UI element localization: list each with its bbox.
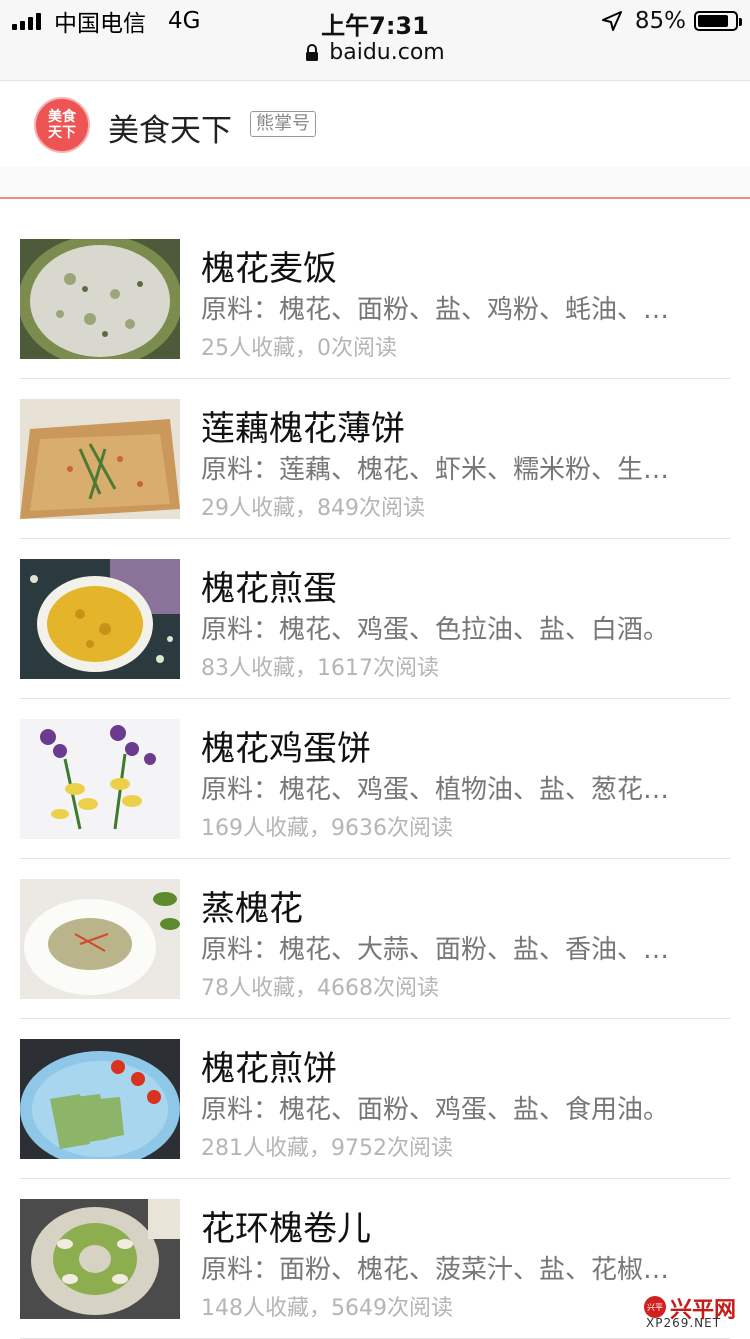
list-item[interactable]: 花环槐卷儿 原料：面粉、槐花、菠菜汁、盐、花椒… 148人收藏，5649次阅读: [20, 1179, 730, 1339]
url-bar[interactable]: baidu.com: [0, 40, 750, 65]
recipe-stats: 148人收藏，5649次阅读: [201, 1296, 453, 1321]
recipe-thumbnail[interactable]: [20, 399, 180, 519]
status-right: 85%: [601, 8, 742, 34]
recipe-stats: 83人收藏，1617次阅读: [201, 656, 439, 681]
logo-text-line1: 美食: [48, 109, 76, 125]
logo-text-line2: 天下: [48, 125, 76, 141]
recipe-stats: 169人收藏，9636次阅读: [201, 816, 453, 841]
list-item[interactable]: 槐花鸡蛋饼 原料：槐花、鸡蛋、植物油、盐、葱花… 169人收藏，9636次阅读: [20, 699, 730, 859]
recipe-thumbnail[interactable]: [20, 239, 180, 359]
account-name[interactable]: 美食天下: [108, 105, 232, 150]
recipe-thumbnail[interactable]: [20, 559, 180, 679]
recipe-thumbnail[interactable]: [20, 1039, 180, 1159]
recipe-title[interactable]: 槐花鸡蛋饼: [201, 721, 371, 770]
account-badge: 熊掌号: [250, 111, 316, 137]
recipe-ingredients: 原料：莲藕、槐花、虾米、糯米粉、生…: [201, 455, 670, 485]
recipe-stats: 29人收藏，849次阅读: [201, 496, 425, 521]
list-item[interactable]: 蒸槐花 原料：槐花、大蒜、面粉、盐、香油、… 78人收藏，4668次阅读: [20, 859, 730, 1019]
account-header[interactable]: 美食 天下 美食天下 熊掌号: [0, 81, 750, 167]
list-item[interactable]: 槐花麦饭 原料：槐花、面粉、盐、鸡粉、蚝油、… 25人收藏，0次阅读: [20, 219, 730, 379]
watermark-badge: 兴平: [644, 1296, 666, 1318]
battery-percent: 85%: [634, 8, 686, 34]
list-item[interactable]: 槐花煎饼 原料：槐花、面粉、鸡蛋、盐、食用油。 281人收藏，9752次阅读: [20, 1019, 730, 1179]
recipe-title[interactable]: 槐花煎饼: [201, 1041, 337, 1090]
recipe-stats: 78人收藏，4668次阅读: [201, 976, 439, 1001]
watermark-logo: 兴平 兴平网 XP269.NET: [644, 1294, 744, 1330]
recipe-title[interactable]: 莲藕槐花薄饼: [201, 401, 405, 450]
list-item[interactable]: 槐花煎蛋 原料：槐花、鸡蛋、色拉油、盐、白酒。 83人收藏，1617次阅读: [20, 539, 730, 699]
recipe-thumbnail[interactable]: [20, 879, 180, 999]
recipe-ingredients: 原料：槐花、面粉、盐、鸡粉、蚝油、…: [201, 295, 670, 325]
recipe-title[interactable]: 槐花煎蛋: [201, 561, 337, 610]
tab-strip: [0, 167, 750, 199]
status-bar: 中国电信 4G 上午7:31 85% baidu.com: [0, 0, 750, 81]
account-logo[interactable]: 美食 天下: [34, 97, 90, 153]
recipe-stats: 281人收藏，9752次阅读: [201, 1136, 453, 1161]
recipe-title[interactable]: 花环槐卷儿: [201, 1201, 371, 1250]
recipe-ingredients: 原料：槐花、面粉、鸡蛋、盐、食用油。: [201, 1095, 670, 1125]
recipe-ingredients: 原料：槐花、鸡蛋、植物油、盐、葱花…: [201, 775, 670, 805]
recipe-title[interactable]: 槐花麦饭: [201, 241, 337, 290]
list-item[interactable]: 莲藕槐花薄饼 原料：莲藕、槐花、虾米、糯米粉、生… 29人收藏，849次阅读: [20, 379, 730, 539]
recipe-title[interactable]: 蒸槐花: [201, 881, 303, 930]
lock-icon: [306, 43, 319, 61]
watermark-en: XP269.NET: [646, 1316, 722, 1330]
recipe-ingredients: 原料：面粉、槐花、菠菜汁、盐、花椒…: [201, 1255, 670, 1285]
recipe-thumbnail[interactable]: [20, 719, 180, 839]
recipe-ingredients: 原料：槐花、大蒜、面粉、盐、香油、…: [201, 935, 670, 965]
location-arrow-icon: [601, 11, 622, 31]
battery-icon: [694, 11, 742, 31]
url-text: baidu.com: [329, 40, 445, 65]
recipe-stats: 25人收藏，0次阅读: [201, 336, 397, 361]
recipe-list: 槐花麦饭 原料：槐花、面粉、盐、鸡粉、蚝油、… 25人收藏，0次阅读 莲藕槐花薄…: [0, 219, 750, 1339]
recipe-thumbnail[interactable]: [20, 1199, 180, 1319]
recipe-ingredients: 原料：槐花、鸡蛋、色拉油、盐、白酒。: [201, 615, 670, 645]
